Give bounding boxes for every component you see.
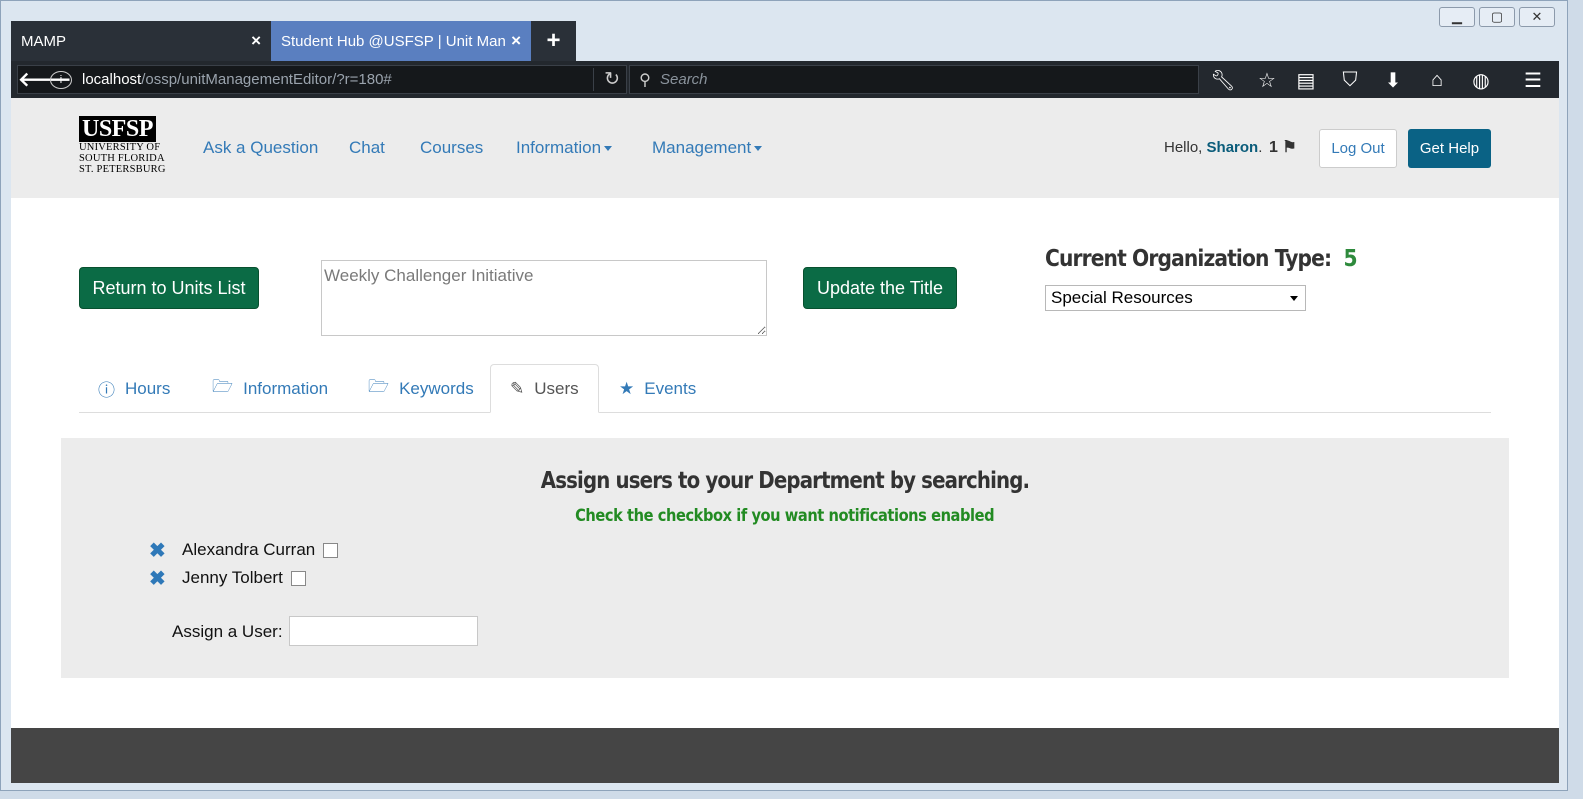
globe-icon[interactable]: ◍: [1467, 67, 1495, 93]
logout-button[interactable]: Log Out: [1319, 129, 1397, 168]
nav-management-dropdown[interactable]: Management: [652, 138, 763, 158]
download-icon[interactable]: ⬇: [1379, 67, 1407, 93]
org-type-label: Current Organization Type:: [1045, 246, 1332, 272]
nav-information-dropdown[interactable]: Information: [516, 138, 613, 158]
user-name: Alexandra Curran: [182, 540, 316, 559]
browser-toolbar: 🡐 i localhost/ossp/unitManagementEditor/…: [11, 61, 1559, 98]
tab-label: Hours: [125, 378, 171, 398]
org-type-select[interactable]: Special Resources: [1045, 285, 1306, 311]
search-placeholder: Search: [660, 71, 708, 88]
pocket-icon[interactable]: ⛉: [1336, 67, 1364, 93]
notification-count: 1: [1269, 139, 1278, 156]
search-bar[interactable]: ⚲ Search: [629, 65, 1199, 94]
editor-tabs: ⓘ Hours 🗁 Information 🗁 Keywords ✎ Users ★ Ev…: [79, 364, 1491, 413]
assign-user-input[interactable]: [289, 616, 478, 646]
hint-text: Check the checkbox if you want notificat…: [575, 506, 995, 526]
logo-line: SOUTH FLORIDA: [79, 153, 165, 164]
caret-down-icon: [604, 146, 613, 152]
info-circle-icon: ⓘ: [98, 381, 115, 400]
web-page: USFSP UNIVERSITY OF SOUTH FLORIDA ST. PE…: [11, 98, 1559, 783]
close-icon[interactable]: ×: [511, 31, 521, 51]
home-icon[interactable]: ⌂: [1423, 67, 1451, 93]
return-to-units-button[interactable]: Return to Units List: [79, 267, 259, 309]
site-header: USFSP UNIVERSITY OF SOUTH FLORIDA ST. PE…: [11, 98, 1559, 198]
url-path: /ossp/unitManagementEditor/?r=180#: [141, 71, 392, 88]
new-tab-button[interactable]: +: [531, 21, 576, 61]
org-type-value: 5: [1343, 246, 1358, 272]
remove-user-icon[interactable]: ✖: [149, 566, 182, 591]
update-title-button[interactable]: Update the Title: [803, 267, 957, 309]
notify-checkbox[interactable]: [323, 542, 339, 558]
url-host: localhost: [82, 71, 142, 88]
remove-user-icon[interactable]: ✖: [149, 538, 182, 563]
assign-heading: Assign users to your Department by searc…: [61, 468, 1509, 494]
folder-open-icon: 🗁: [212, 377, 234, 396]
tab-label: Events: [644, 378, 697, 398]
star-icon: ★: [619, 378, 635, 398]
back-icon[interactable]: 🡐: [18, 67, 72, 92]
browser-tab-student-hub[interactable]: Student Hub @USFSP | Unit Mana ×: [271, 21, 531, 61]
get-help-button[interactable]: Get Help: [1408, 129, 1491, 168]
wrench-icon[interactable]: 🔧︎: [1209, 67, 1237, 93]
star-icon[interactable]: ☆: [1253, 67, 1281, 93]
usfsp-logo[interactable]: USFSP UNIVERSITY OF SOUTH FLORIDA ST. PE…: [79, 116, 169, 175]
tab-label: Information: [243, 378, 329, 398]
pencil-icon: ✎: [510, 378, 525, 398]
folder-open-icon: 🗁: [368, 377, 390, 396]
close-icon[interactable]: ×: [251, 31, 261, 51]
nav-label: Information: [516, 138, 602, 157]
user-name: Jenny Tolbert: [182, 568, 283, 587]
tab-hours[interactable]: ⓘ Hours: [79, 364, 189, 413]
notify-checkbox[interactable]: [290, 570, 306, 586]
caret-down-icon: [754, 146, 763, 152]
users-panel: Assign users to your Department by searc…: [61, 438, 1509, 678]
logo-line: UNIVERSITY OF: [79, 142, 161, 153]
nav-chat[interactable]: Chat: [349, 138, 385, 158]
org-type-heading: Current Organization Type: 5: [1045, 246, 1358, 272]
greeting-prefix: Hello,: [1164, 139, 1203, 156]
flag-icon: ⚑: [1282, 139, 1297, 156]
tab-label: Users: [534, 378, 579, 398]
tab-label: Keywords: [399, 378, 474, 398]
nav-ask-a-question[interactable]: Ask a Question: [203, 138, 318, 158]
nav-courses[interactable]: Courses: [420, 138, 483, 158]
menu-icon[interactable]: ☰: [1519, 67, 1547, 93]
browser-tab-mamp[interactable]: MAMP ×: [11, 21, 271, 61]
assign-user-label: Assign a User:: [172, 622, 283, 641]
user-name[interactable]: Sharon: [1207, 139, 1259, 156]
tab-users[interactable]: ✎ Users: [490, 364, 599, 413]
tab-information[interactable]: 🗁 Information: [193, 364, 347, 413]
tab-title: MAMP: [21, 32, 66, 50]
tab-events[interactable]: ★ Events: [600, 364, 715, 413]
user-row: ✖ Alexandra Curran: [149, 538, 339, 563]
reader-icon[interactable]: ▤: [1292, 67, 1320, 93]
heading-text: Assign users to your Department by searc…: [540, 468, 1030, 494]
greeting: Hello, Sharon.: [1164, 139, 1262, 156]
search-icon: ⚲: [639, 71, 651, 89]
tab-title: Student Hub @USFSP | Unit Mana: [281, 32, 506, 50]
site-footer: [11, 728, 1559, 783]
address-bar[interactable]: 🡐 i localhost/ossp/unitManagementEditor/…: [17, 65, 627, 94]
greeting-suffix: .: [1258, 139, 1263, 156]
nav-label: Management: [652, 138, 752, 157]
notifications[interactable]: 1 ⚑: [1269, 137, 1297, 157]
tab-keywords[interactable]: 🗁 Keywords: [349, 364, 493, 413]
user-row: ✖ Jenny Tolbert: [149, 566, 306, 590]
reload-icon[interactable]: ↻: [593, 68, 620, 91]
info-icon[interactable]: i: [50, 70, 72, 89]
selected-value: Special Resources: [1051, 288, 1193, 307]
tab-strip: MAMP × Student Hub @USFSP | Unit Mana × …: [11, 21, 1559, 61]
browser-window: ▁ ▢ ✕ MAMP × Student Hub @USFSP | Unit M…: [0, 0, 1568, 791]
logo-line: ST. PETERSBURG: [79, 164, 166, 175]
logo-mark: USFSP: [79, 116, 156, 142]
notifications-hint: Check the checkbox if you want notificat…: [61, 506, 1509, 526]
dropdown-arrow-icon: [1290, 296, 1298, 301]
unit-title-textarea[interactable]: Weekly Challenger Initiative: [321, 260, 767, 336]
